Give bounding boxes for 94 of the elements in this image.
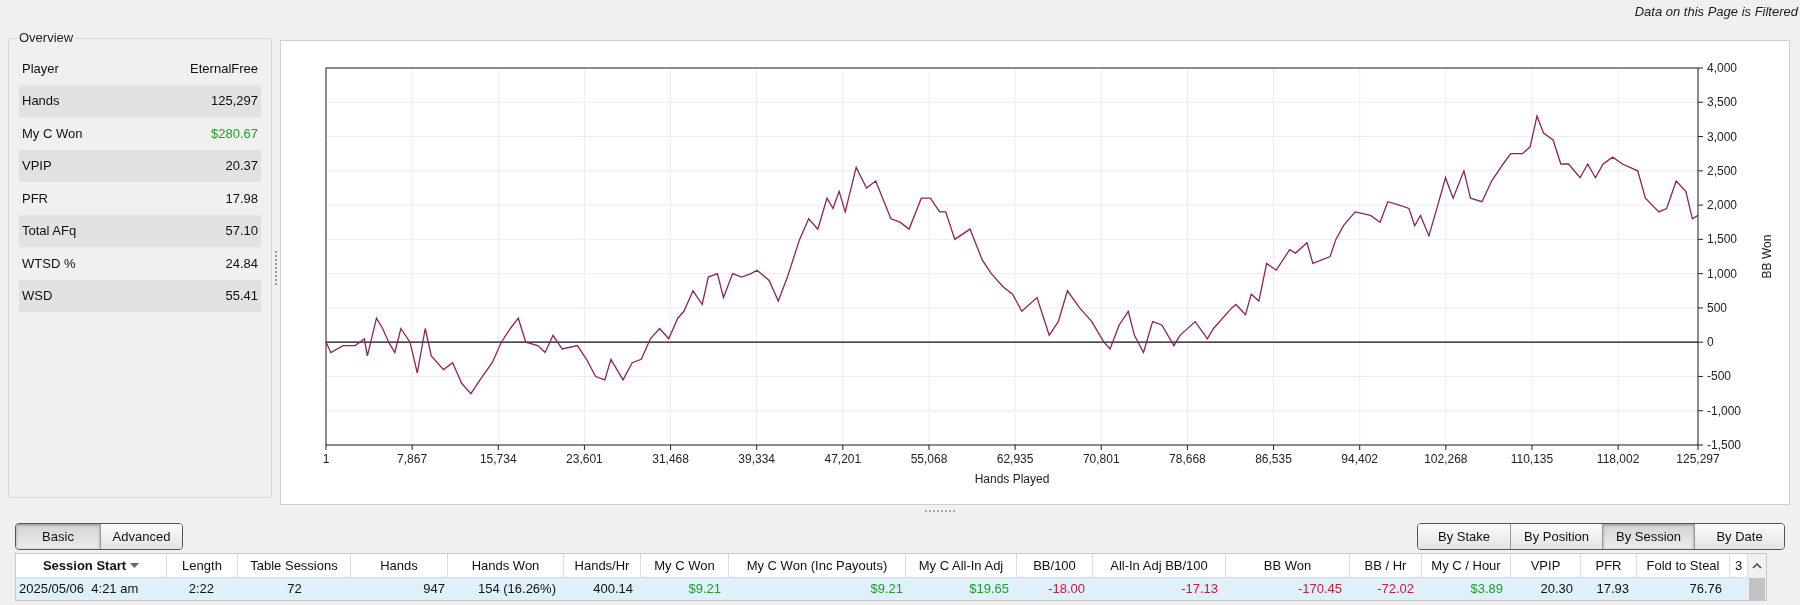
table-cell-text: 947 bbox=[422, 580, 446, 598]
view-toggle-button[interactable]: By Session bbox=[1602, 524, 1694, 549]
stat-label: My C Won bbox=[22, 124, 83, 143]
x-tick-label: 1 bbox=[322, 452, 330, 466]
y-tick-label: 3,000 bbox=[1707, 129, 1738, 144]
view-toggle-button[interactable]: By Stake bbox=[1418, 524, 1510, 549]
table-cell-text: 400.14 bbox=[592, 580, 634, 598]
y-tick-label: 500 bbox=[1707, 300, 1728, 315]
stat-label: PFR bbox=[22, 189, 48, 208]
table-cell-text: 2025/05/06 4:21 am bbox=[18, 580, 140, 598]
stat-value: 55.41 bbox=[225, 287, 258, 305]
table-cell-text: $19.65 bbox=[968, 580, 1010, 598]
column-header[interactable]: Hands/Hr bbox=[564, 554, 641, 577]
table-cell-text: 72 bbox=[286, 580, 303, 598]
column-header[interactable]: Hands bbox=[351, 554, 448, 577]
stat-value: 24.84 bbox=[225, 254, 258, 273]
table-cell-text: -72.02 bbox=[1376, 580, 1415, 598]
splitter-handle[interactable] bbox=[925, 510, 955, 512]
scroll-thumb[interactable] bbox=[1749, 578, 1765, 600]
y-tick-label: 2,000 bbox=[1707, 198, 1738, 213]
vertical-scrollbar[interactable] bbox=[1748, 554, 1766, 600]
column-header[interactable]: My C Won (Inc Payouts) bbox=[729, 554, 906, 577]
x-tick-label: 7,867 bbox=[397, 452, 428, 466]
table-cell-text: 20.30 bbox=[1539, 580, 1574, 598]
x-tick-label: 78,668 bbox=[1169, 452, 1206, 466]
x-tick-label: 31,468 bbox=[652, 452, 689, 466]
y-tick-label: 3,500 bbox=[1707, 95, 1738, 110]
y-axis-title: BB Won bbox=[1760, 234, 1774, 279]
x-tick-label: 23,601 bbox=[566, 452, 603, 466]
stat-value: 125,297 bbox=[211, 92, 258, 110]
column-header[interactable]: All-In Adj BB/100 bbox=[1093, 554, 1226, 577]
splitter-handle[interactable] bbox=[275, 250, 277, 285]
column-header[interactable]: Length bbox=[167, 554, 238, 577]
filter-notice: Data on this Page is Filtered bbox=[1634, 3, 1800, 21]
view-toggle-button[interactable]: By Date bbox=[1694, 524, 1784, 549]
x-tick-label: 55,068 bbox=[910, 452, 948, 466]
x-tick-label: 15,734 bbox=[479, 452, 517, 466]
view-toggle-button[interactable]: By Position bbox=[1510, 524, 1602, 549]
table-cell-text: -17.13 bbox=[1180, 580, 1219, 598]
table-cell-text: -18.00 bbox=[1047, 580, 1086, 598]
column-header[interactable]: Session Start bbox=[16, 554, 167, 577]
x-axis-title: Hands Played bbox=[974, 472, 1050, 486]
column-header[interactable]: My C All-In Adj bbox=[906, 554, 1017, 577]
column-header[interactable]: Hands Won bbox=[448, 554, 564, 577]
table-cell-text: 17.93 bbox=[1595, 580, 1630, 598]
column-header[interactable]: VPIP bbox=[1511, 554, 1581, 577]
sort-caret-icon bbox=[130, 563, 140, 568]
column-header[interactable]: BB Won bbox=[1226, 554, 1350, 577]
x-tick-label: 62,935 bbox=[996, 452, 1034, 466]
column-header[interactable]: PFR bbox=[1581, 554, 1637, 577]
x-tick-label: 118,002 bbox=[1596, 452, 1640, 466]
x-tick-label: 39,334 bbox=[738, 452, 776, 466]
stat-label: Hands bbox=[22, 92, 60, 110]
column-header[interactable]: BB/100 bbox=[1017, 554, 1093, 577]
y-tick-label: 2,500 bbox=[1707, 163, 1738, 178]
x-tick-label: 86,535 bbox=[1255, 452, 1292, 466]
stat-label: WSD bbox=[22, 287, 53, 305]
view-toggle-button[interactable]: Advanced bbox=[100, 524, 182, 549]
y-tick-label: 0 bbox=[1707, 335, 1714, 350]
y-tick-label: -1,000 bbox=[1707, 403, 1742, 418]
view-toggle-button[interactable]: Basic bbox=[16, 524, 100, 549]
table-cell-text: 76.76 bbox=[1688, 580, 1723, 598]
column-header[interactable]: My C Won bbox=[641, 554, 729, 577]
x-tick-label: 102,268 bbox=[1424, 452, 1468, 466]
stat-label: Player bbox=[22, 59, 59, 78]
table-cell-text: $9.21 bbox=[687, 580, 722, 598]
table-cell-text: -170.45 bbox=[1296, 580, 1343, 598]
y-tick-label: 1,000 bbox=[1707, 266, 1738, 281]
x-tick-label: 70,801 bbox=[1082, 452, 1120, 466]
y-tick-label: 1,500 bbox=[1707, 232, 1738, 247]
table-row[interactable]: 2025/05/06 4:21 am 2:22 72 947 154 (16.26%) 400.14 $9.21 $9.21 $19.65 -18.00 -17.13 -170.45 -72.02 $3.89 20.30 17.93 76.76 bbox=[16, 578, 1748, 600]
column-header[interactable]: Fold to Steal bbox=[1637, 554, 1730, 577]
x-tick-label: 94,402 bbox=[1341, 452, 1379, 466]
y-tick-label: 4,000 bbox=[1707, 61, 1738, 75]
table-cell-text: $3.89 bbox=[1469, 580, 1504, 598]
x-tick-label: 125,297 bbox=[1676, 452, 1720, 466]
x-tick-label: 47,201 bbox=[824, 452, 862, 466]
table-cell-text: 2:22 bbox=[187, 580, 215, 598]
column-header[interactable]: Table Sessions bbox=[238, 554, 351, 577]
stat-value: 17.98 bbox=[225, 189, 258, 208]
stat-value: EternalFree bbox=[190, 59, 258, 78]
x-tick-label: 110,135 bbox=[1510, 452, 1554, 466]
stat-value: 20.37 bbox=[225, 157, 258, 175]
stat-label: VPIP bbox=[22, 157, 52, 175]
stat-value: $280.67 bbox=[211, 124, 258, 143]
stat-label: Total AFq bbox=[22, 222, 77, 240]
table-cell-text: 154 (16.26%) bbox=[476, 580, 557, 598]
stat-label: WTSD % bbox=[22, 254, 76, 273]
y-tick-label: -1,500 bbox=[1707, 438, 1742, 452]
y-tick-label: -500 bbox=[1707, 369, 1732, 384]
stat-value: 57.10 bbox=[225, 222, 258, 240]
column-header[interactable]: My C / Hour bbox=[1422, 554, 1511, 577]
table-cell-text: $9.21 bbox=[869, 580, 904, 598]
column-header[interactable]: BB / Hr bbox=[1350, 554, 1422, 577]
